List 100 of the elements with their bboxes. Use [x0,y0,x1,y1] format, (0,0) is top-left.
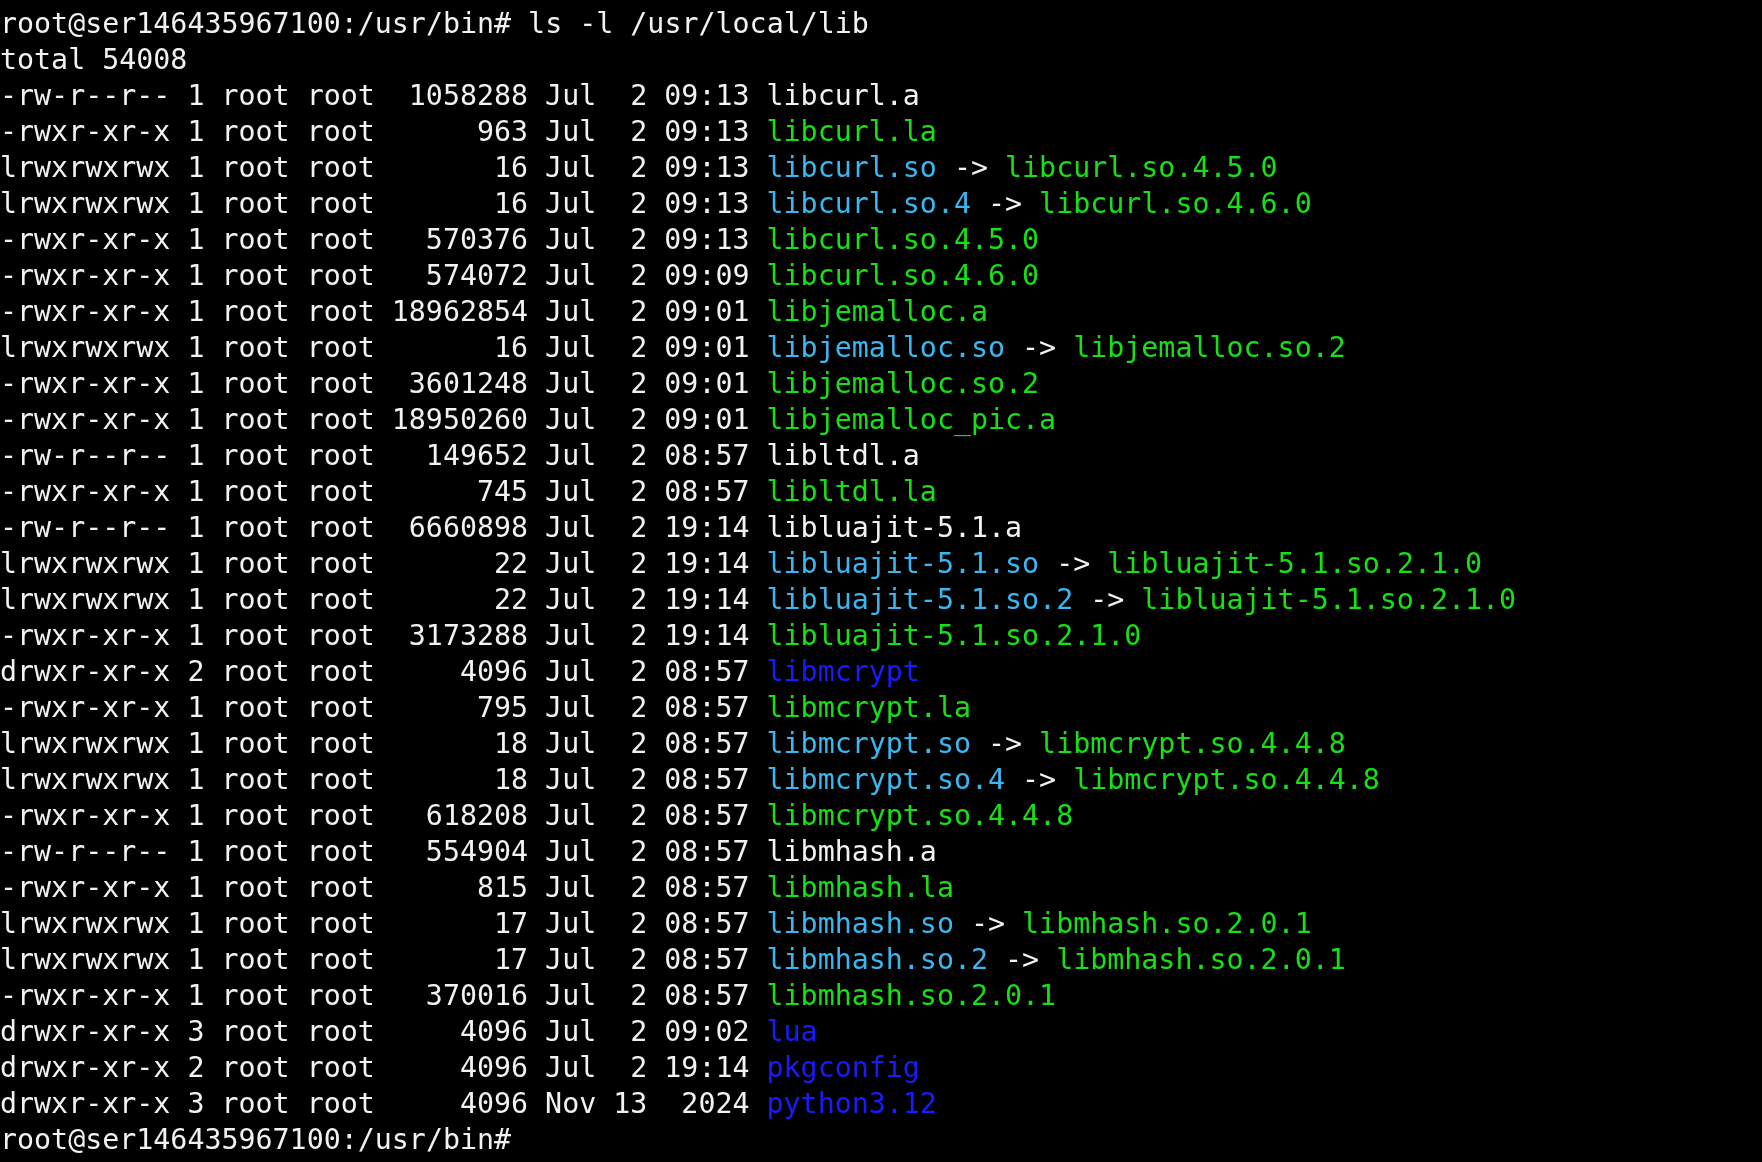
file-time: 09:09 [664,258,750,294]
file-group: root [306,618,375,654]
file-month: Jul [545,294,597,330]
file-name: lua [766,1014,818,1050]
file-size: 4096 [458,1050,529,1086]
file-month: Jul [545,186,597,222]
file-day: 2 [613,150,648,186]
file-owner: root [221,1086,290,1122]
file-group: root [306,870,375,906]
file-day: 2 [613,906,648,942]
file-name: libcurl.so.4 [766,186,971,222]
file-group: root [306,438,375,474]
file-group: root [306,1050,375,1086]
file-day: 2 [613,222,648,258]
file-mode: -rwxr-xr-x [0,978,171,1014]
file-group: root [306,942,375,978]
file-owner: root [221,150,290,186]
file-name: libmhash.so.2.0.1 [766,978,1057,1014]
file-owner: root [221,258,290,294]
file-size: 22 [493,546,529,582]
file-time: 19:14 [664,618,750,654]
file-size: 554904 [424,834,529,870]
file-name: libltdl.la [766,474,937,510]
file-month: Jul [545,510,597,546]
file-owner: root [221,942,290,978]
file-owner: root [221,78,290,114]
file-name: libmhash.la [766,870,954,906]
file-time: 08:57 [664,906,750,942]
file-name: libluajit-5.1.so.2 [766,582,1074,618]
link-arrow: -> [1056,546,1091,582]
file-time: 09:01 [664,402,750,438]
link-target: libmcrypt.so.4.4.8 [1039,726,1346,762]
link-count: 1 [187,294,205,330]
link-count: 1 [187,618,205,654]
link-target: libmhash.so.2.0.1 [1022,906,1312,942]
file-name: libmcrypt.so [766,726,971,762]
file-time: 08:57 [664,654,750,690]
file-time: 19:14 [664,546,750,582]
file-name: libcurl.so.4.6.0 [766,258,1040,294]
file-group: root [306,150,375,186]
link-count: 2 [187,1050,205,1086]
link-count: 1 [187,186,205,222]
file-size: 815 [475,870,529,906]
file-group: root [306,78,375,114]
file-time: 19:14 [664,1050,750,1086]
file-day: 2 [613,438,648,474]
prompt-line: root@ser146435967100:/usr/bin# [0,1123,512,1156]
file-month: Jul [545,690,597,726]
file-size: 618208 [424,798,529,834]
file-mode: lrwxrwxrwx [0,906,171,942]
file-mode: -rwxr-xr-x [0,114,171,150]
link-arrow: -> [970,906,1006,942]
command-line: root@ser146435967100:/usr/bin# ls -l /usr/local/lib [0,7,869,40]
link-count: 1 [187,834,205,870]
file-owner: root [221,690,290,726]
file-mode: lrwxrwxrwx [0,150,171,186]
file-time: 09:13 [664,222,750,258]
link-count: 1 [187,942,205,978]
link-target: libmcrypt.so.4.4.8 [1073,762,1380,798]
file-name: libjemalloc.a [766,294,988,330]
file-month: Jul [545,546,597,582]
file-month: Jul [545,726,597,762]
file-owner: root [221,330,290,366]
file-day: 2 [613,978,648,1014]
file-size: 17 [493,906,529,942]
file-name: libmhash.so [766,906,954,942]
file-name: libcurl.a [766,78,920,114]
link-target: libcurl.so.4.6.0 [1039,186,1312,222]
file-mode: drwxr-xr-x [0,654,171,690]
file-size: 745 [475,474,529,510]
file-size: 795 [475,690,529,726]
file-group: root [306,114,375,150]
file-owner: root [221,582,290,618]
file-group: root [306,546,375,582]
file-size: 3601248 [407,366,529,402]
link-count: 1 [187,798,205,834]
file-day: 2 [613,330,648,366]
link-arrow: -> [1090,582,1125,618]
file-time: 08:57 [664,798,750,834]
file-time: 09:01 [664,294,750,330]
link-count: 2 [187,654,205,690]
file-size: 16 [493,186,529,222]
file-day: 13 [613,1086,648,1122]
file-day: 2 [613,186,648,222]
link-target: libluajit-5.1.so.2.1.0 [1107,546,1483,582]
file-month: Jul [545,834,597,870]
file-time: 09:13 [664,78,750,114]
file-day: 2 [613,834,648,870]
file-size: 370016 [424,978,529,1014]
file-owner: root [221,1014,290,1050]
file-mode: -rwxr-xr-x [0,690,171,726]
file-name: libluajit-5.1.so.2.1.0 [766,618,1142,654]
file-mode: lrwxrwxrwx [0,546,171,582]
file-owner: root [221,114,290,150]
file-month: Jul [545,474,597,510]
file-time: 09:01 [664,366,750,402]
link-count: 1 [187,150,205,186]
file-month: Jul [545,222,597,258]
file-group: root [306,798,375,834]
file-group: root [306,294,375,330]
